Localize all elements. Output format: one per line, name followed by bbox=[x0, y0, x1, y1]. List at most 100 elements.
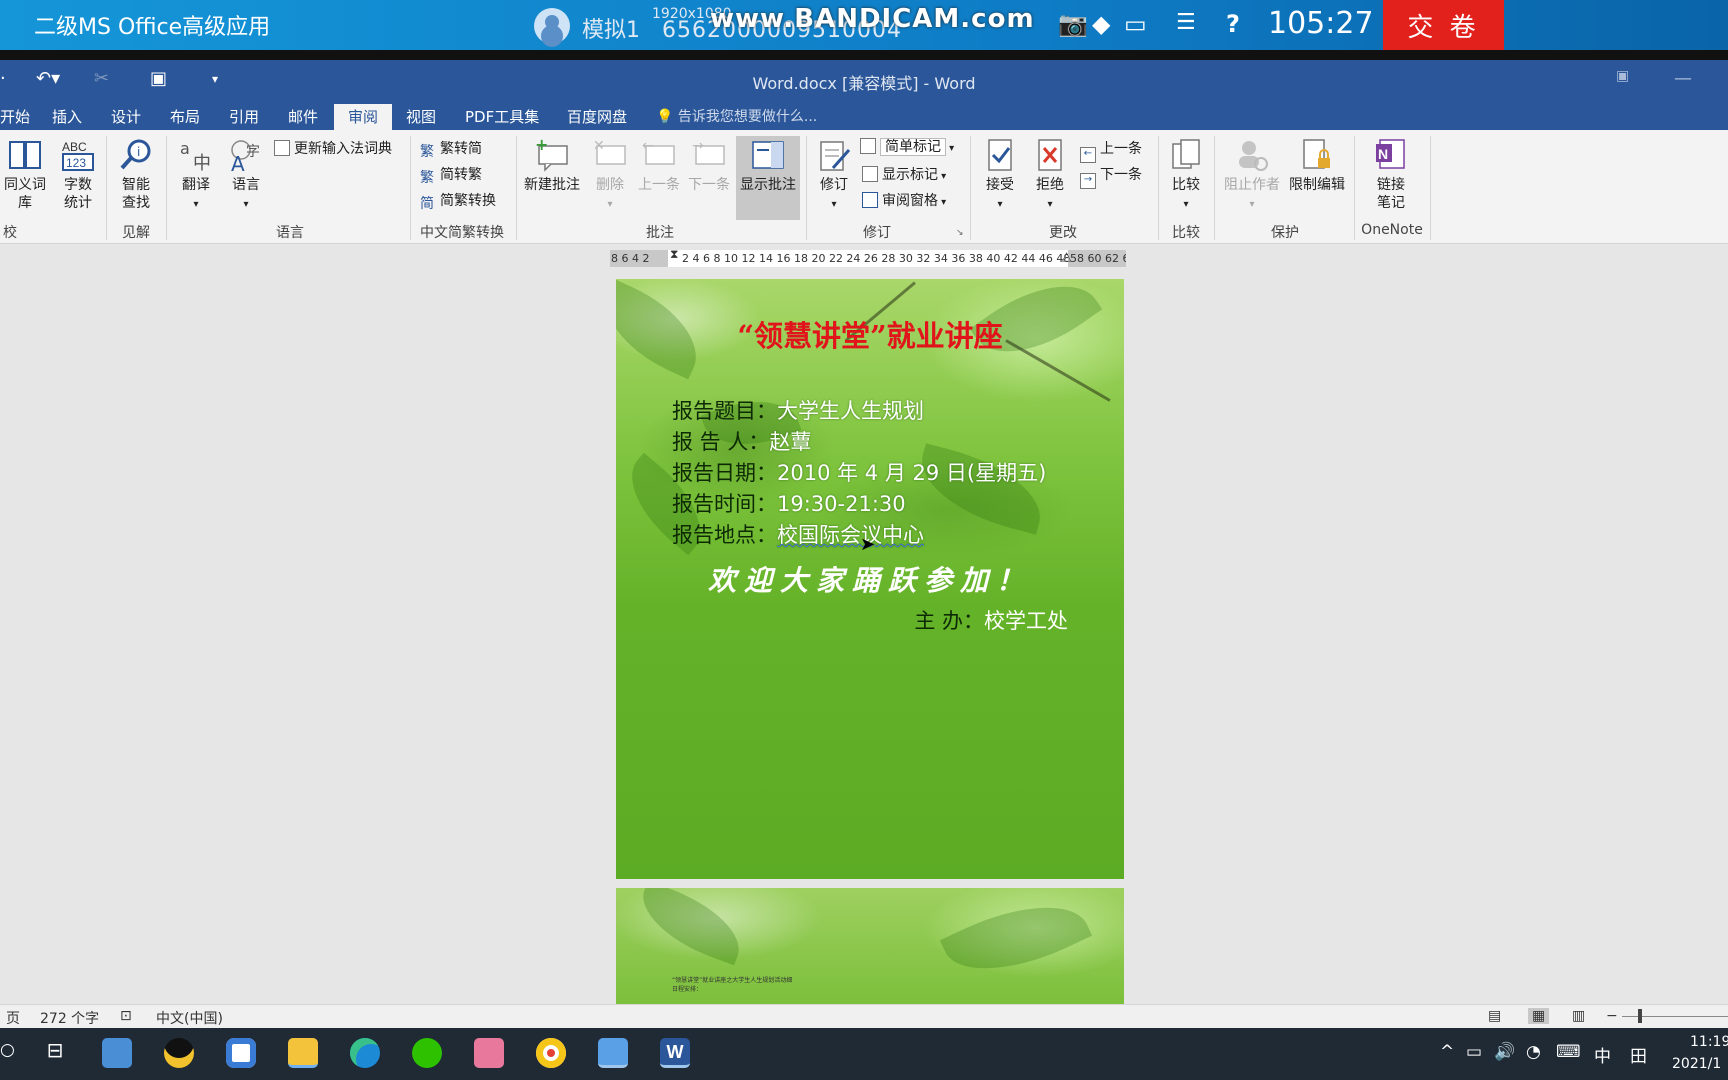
ime-indicator[interactable]: 中 bbox=[1594, 1042, 1611, 1067]
language-status[interactable]: 中文(中国) bbox=[156, 1008, 223, 1028]
exam-toolbar: 二级MS Office高级应用 模拟1 6562000009510004 192… bbox=[0, 0, 1728, 50]
track-changes-button[interactable]: 修订 ▾ bbox=[812, 138, 856, 214]
group-insights-label: 见解 bbox=[122, 225, 150, 241]
show-comments-button[interactable]: 显示批注 bbox=[736, 136, 800, 220]
file-explorer-icon[interactable] bbox=[288, 1038, 318, 1068]
task-view-icon[interactable]: ⊟ bbox=[40, 1038, 70, 1068]
volume-icon[interactable]: 🔊 bbox=[1494, 1042, 1515, 1062]
tab-references[interactable]: 引用 bbox=[229, 104, 259, 130]
show-markup-button[interactable]: 显示标记 ▾ bbox=[862, 164, 946, 184]
ime-grid-icon[interactable]: 田 bbox=[1630, 1042, 1647, 1067]
translate-button[interactable]: a中 翻译 ▾ bbox=[172, 138, 220, 214]
ribbon-display-icon[interactable]: ▣ bbox=[1616, 68, 1629, 84]
tab-mailings[interactable]: 邮件 bbox=[288, 104, 318, 130]
svg-text:ABC: ABC bbox=[62, 140, 87, 154]
minimize-icon[interactable]: — bbox=[1674, 68, 1692, 89]
bilibili-icon[interactable] bbox=[474, 1038, 504, 1068]
linked-notes-label-2: 笔记 bbox=[1377, 195, 1405, 211]
ruler-right-numbers: 58 60 62 64 bbox=[1070, 252, 1126, 265]
info-row-topic: 报告题目：大学生人生规划 bbox=[672, 395, 924, 425]
print-layout-icon[interactable]: ▦ bbox=[1528, 1008, 1550, 1024]
word-app-icon[interactable]: W bbox=[660, 1038, 690, 1068]
ncre-card-icon[interactable] bbox=[102, 1038, 132, 1068]
tab-baidu-netdisk[interactable]: 百度网盘 bbox=[567, 104, 627, 130]
tab-view[interactable]: 视图 bbox=[406, 104, 436, 130]
indent-marker-icon[interactable]: ⧗ bbox=[670, 250, 678, 263]
document-page[interactable]: “领慧讲堂”就业讲座 报告题目：大学生人生规划 报 告 人：赵蕈 报告日期：20… bbox=[616, 279, 1124, 879]
clock-time[interactable]: 11:19 bbox=[1690, 1034, 1728, 1050]
wechat-icon[interactable] bbox=[412, 1038, 442, 1068]
submit-exam-button[interactable]: 交 卷 bbox=[1383, 0, 1504, 50]
tray-overflow-icon[interactable]: ^ bbox=[1440, 1042, 1454, 1062]
zoom-out-icon[interactable]: − bbox=[1606, 1008, 1618, 1024]
reject-button[interactable]: 拒绝 ▾ bbox=[1026, 138, 1074, 214]
group-comments-label: 批注 bbox=[646, 225, 674, 241]
baidu-netdisk-icon[interactable] bbox=[226, 1038, 256, 1068]
page-indicator[interactable]: 页 bbox=[6, 1008, 20, 1028]
proofing-status-icon[interactable]: ⊡ bbox=[120, 1008, 132, 1024]
convert-to-simplified-button[interactable]: 繁繁转简 bbox=[420, 138, 482, 160]
battery-icon[interactable]: ▭ bbox=[1466, 1042, 1482, 1062]
zoom-slider-thumb[interactable] bbox=[1638, 1009, 1642, 1023]
network-icon[interactable]: ◔ bbox=[1526, 1042, 1541, 1062]
date-label: 报告日期： bbox=[672, 461, 777, 485]
window-icon[interactable]: ▭ bbox=[1124, 10, 1147, 38]
keyboard-icon[interactable]: ⌨ bbox=[1556, 1042, 1581, 1062]
convert-to-traditional-button[interactable]: 繁简转繁 bbox=[420, 164, 482, 186]
accept-button[interactable]: 接受 ▾ bbox=[976, 138, 1024, 214]
document-workspace[interactable]: 8 6 4 2 ⧗ 2 4 6 8 10 12 14 16 18 20 22 2… bbox=[0, 244, 1728, 1008]
edge-icon[interactable] bbox=[350, 1038, 380, 1068]
language-button[interactable]: A字 语言 ▾ bbox=[222, 138, 270, 214]
svg-text:i: i bbox=[137, 145, 140, 159]
info-row-date: 报告日期：2010 年 4 月 29 日(星期五) bbox=[672, 457, 1046, 487]
to-traditional-label: 简转繁 bbox=[440, 167, 482, 183]
chinese-conversion-button[interactable]: 简简繁转换 bbox=[420, 190, 496, 212]
qq-icon[interactable] bbox=[164, 1038, 194, 1068]
tab-insert[interactable]: 插入 bbox=[52, 104, 82, 130]
tab-pdf-tools[interactable]: PDF工具集 bbox=[465, 104, 539, 130]
previous-change-button[interactable]: ← 上一条 bbox=[1080, 138, 1142, 163]
document-page-2[interactable]: “领慧讲堂”就业讲座之大学生人生规划活动细 日程安排： bbox=[616, 888, 1124, 1008]
update-ime-dictionary-button[interactable]: 更新输入法词典 bbox=[274, 138, 392, 158]
show-markup-label: 显示标记 bbox=[882, 167, 938, 183]
group-onenote-label: OneNote bbox=[1361, 222, 1423, 238]
chrome-icon[interactable] bbox=[536, 1038, 566, 1068]
exam-title: 二级MS Office高级应用 bbox=[34, 15, 271, 40]
help-icon[interactable]: ? bbox=[1226, 10, 1240, 38]
pin-icon[interactable]: ◆ bbox=[1092, 10, 1110, 38]
speaker-value: 赵蕈 bbox=[769, 430, 812, 454]
topic-label: 报告题目： bbox=[672, 399, 777, 423]
linked-notes-button[interactable]: N 链接 笔记 bbox=[1364, 138, 1418, 212]
thesaurus-button[interactable]: 同义词库 bbox=[0, 138, 50, 212]
word-count-status[interactable]: 272 个字 bbox=[40, 1008, 99, 1028]
thesaurus-label: 同义词库 bbox=[4, 177, 46, 211]
clock-date[interactable]: 2021/1 bbox=[1672, 1056, 1721, 1072]
horizontal-ruler[interactable]: 8 6 4 2 ⧗ 2 4 6 8 10 12 14 16 18 20 22 2… bbox=[610, 250, 1126, 267]
restrict-editing-button[interactable]: 限制编辑 bbox=[1284, 138, 1350, 194]
smart-lookup-button[interactable]: i 智能 查找 bbox=[112, 138, 160, 212]
tell-me-search[interactable]: 💡 告诉我您想要做什么... bbox=[656, 106, 817, 126]
tab-layout[interactable]: 布局 bbox=[170, 104, 200, 130]
ncre-exam-icon[interactable] bbox=[598, 1038, 628, 1068]
compare-button[interactable]: 比较 ▾ bbox=[1164, 138, 1208, 214]
next-change-label: 下一条 bbox=[1100, 167, 1142, 183]
tab-home[interactable]: 开始 bbox=[0, 104, 30, 130]
read-mode-icon[interactable]: ▤ bbox=[1488, 1008, 1501, 1024]
svg-text:+: + bbox=[535, 138, 548, 154]
thesaurus-icon bbox=[9, 141, 41, 169]
compare-label: 比较 bbox=[1172, 177, 1200, 193]
markup-display-dropdown[interactable]: 简单标记 ▾ bbox=[860, 136, 954, 156]
delete-comment-icon: ✕ bbox=[593, 138, 626, 165]
tab-review[interactable]: 审阅 bbox=[334, 104, 393, 130]
camera-icon[interactable]: 📷 bbox=[1058, 10, 1088, 38]
tracking-dialog-launcher-icon[interactable]: ↘ bbox=[956, 228, 964, 238]
next-change-button[interactable]: → 下一条 bbox=[1080, 164, 1142, 189]
date-value: 2010 年 4 月 29 日(星期五) bbox=[777, 461, 1047, 485]
tab-design[interactable]: 设计 bbox=[111, 104, 141, 130]
word-count-button[interactable]: ABC 123 字数 统计 bbox=[56, 138, 100, 212]
question-list-icon[interactable]: ☰ bbox=[1176, 10, 1196, 35]
web-layout-icon[interactable]: ▥ bbox=[1572, 1008, 1585, 1024]
new-comment-button[interactable]: + 新建批注 bbox=[520, 138, 584, 194]
search-icon[interactable]: ○ bbox=[0, 1040, 15, 1060]
reviewing-pane-button[interactable]: 审阅窗格 ▾ bbox=[862, 190, 946, 210]
